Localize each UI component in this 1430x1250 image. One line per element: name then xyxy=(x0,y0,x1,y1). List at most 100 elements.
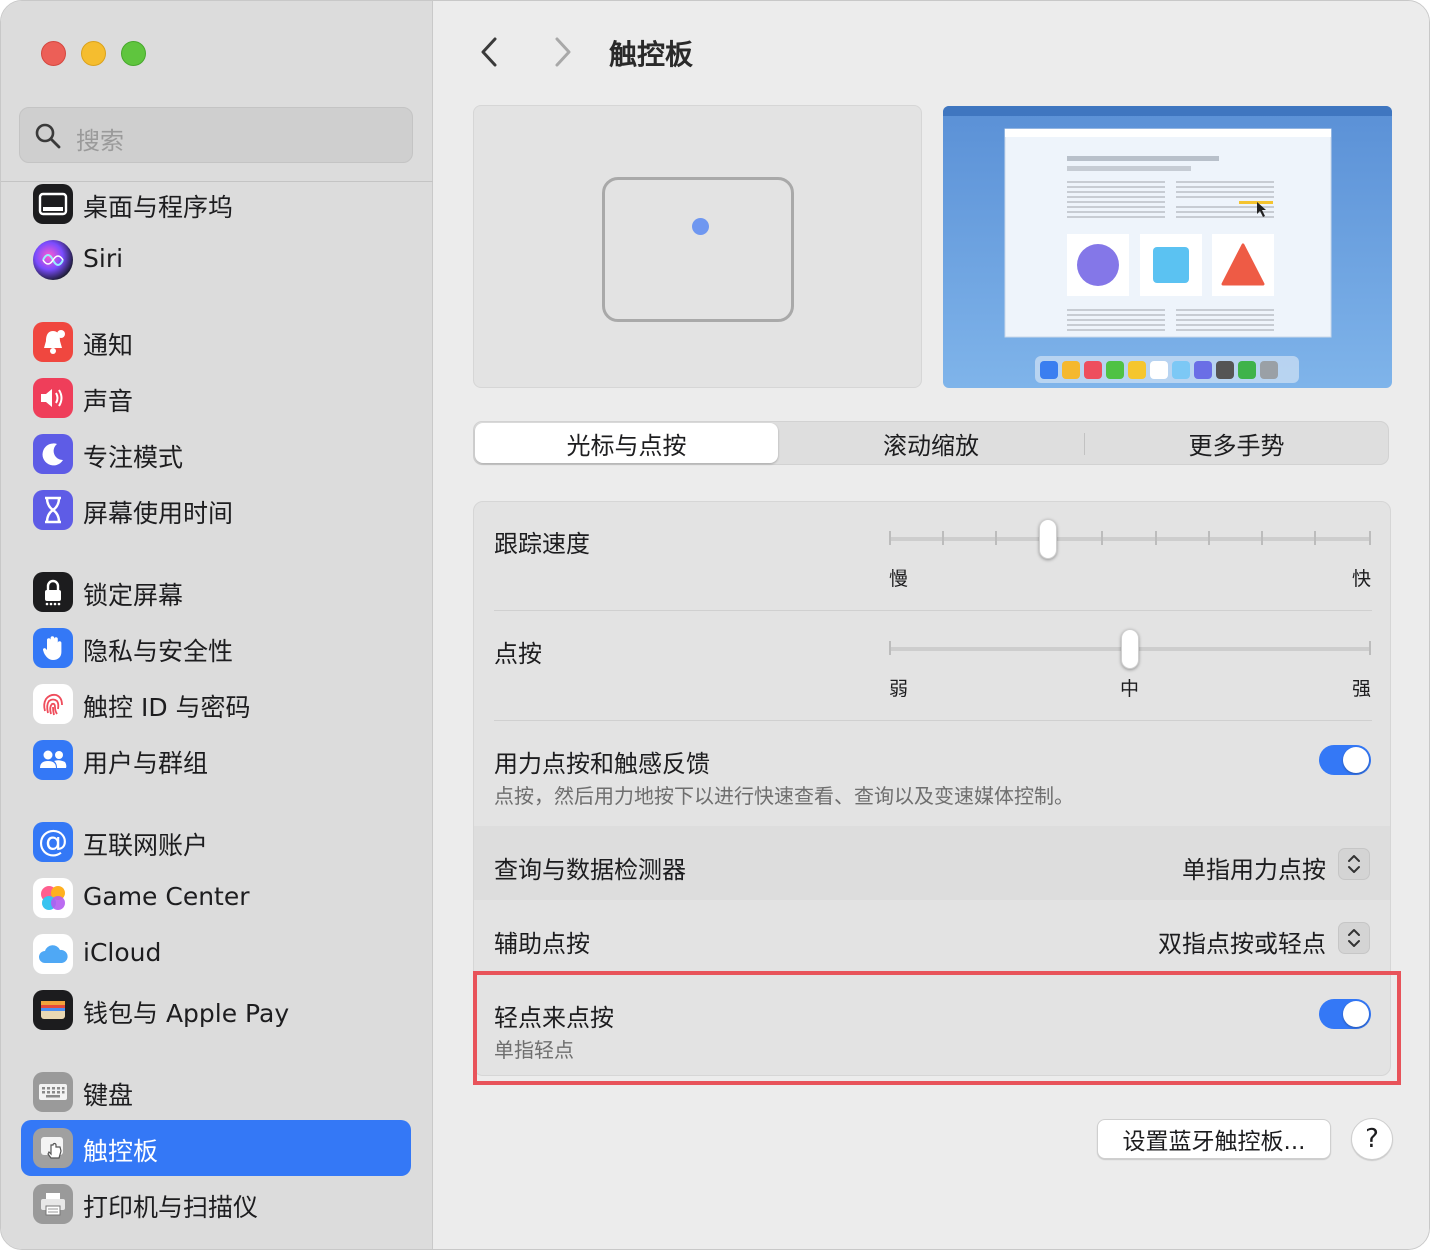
sidebar-item-label: 通知 xyxy=(83,331,134,360)
row-separator xyxy=(494,610,1372,611)
main-content: 触控板 光标与点按 滚动缩放 更多手势 跟踪速度 慢 快 点按 弱 中 强 用力… xyxy=(433,1,1429,1249)
sidebar-item-label: 用户与群组 xyxy=(83,749,209,778)
sidebar-item-label: 声音 xyxy=(83,387,134,416)
tab-scroll-zoom[interactable]: 滚动缩放 xyxy=(779,423,1083,463)
click-pressure-slider[interactable] xyxy=(889,629,1371,669)
desktop-illustration-icon xyxy=(943,106,1392,383)
sidebar-item-users-groups[interactable]: 用户与群组 xyxy=(21,732,411,788)
light-label: 弱 xyxy=(889,678,909,700)
slider-thumb[interactable] xyxy=(1121,629,1139,669)
sidebar-item-game-center[interactable]: Game Center xyxy=(21,870,411,926)
minimize-window-button[interactable] xyxy=(81,41,106,66)
cloud-icon xyxy=(33,934,73,974)
slider-thumb[interactable] xyxy=(1039,519,1058,559)
slider-tick xyxy=(1155,531,1157,545)
sidebar-item-focus[interactable]: 专注模式 xyxy=(21,426,411,482)
slider-tick xyxy=(1208,531,1210,545)
sidebar-item-label: 触控 ID 与密码 xyxy=(83,693,251,722)
tap-to-click-label: 轻点来点按 xyxy=(494,1004,614,1032)
back-button[interactable] xyxy=(473,35,507,69)
tab-segmented-control: 光标与点按 滚动缩放 更多手势 xyxy=(473,421,1389,465)
at-icon: @ xyxy=(33,822,73,862)
medium-label: 中 xyxy=(1120,678,1140,700)
fingerprint-icon xyxy=(33,684,73,724)
close-window-button[interactable] xyxy=(41,41,66,66)
keyboard-icon xyxy=(33,1072,73,1112)
sidebar-item-label: 专注模式 xyxy=(83,443,184,472)
search-field[interactable]: 搜索 xyxy=(19,107,413,163)
sidebar-item-label: 触控板 xyxy=(83,1137,159,1166)
sidebar-item-privacy-security[interactable]: 隐私与安全性 xyxy=(21,620,411,676)
sidebar: 搜索 桌面与程序坞 Siri 通知 声音 专注模式 屏幕使用时间 锁定屏幕 隐私… xyxy=(1,1,433,1249)
sidebar-item-label: iCloud xyxy=(83,938,162,967)
tracking-speed-label: 跟踪速度 xyxy=(494,530,590,558)
zoom-window-button[interactable] xyxy=(121,41,146,66)
dock-icon xyxy=(33,184,73,224)
sidebar-item-touch-id[interactable]: 触控 ID 与密码 xyxy=(21,676,411,732)
sidebar-item-label: 打印机与扫描仪 xyxy=(83,1193,259,1222)
search-placeholder: 搜索 xyxy=(76,127,124,155)
sidebar-item-label: 桌面与程序坞 xyxy=(83,193,234,222)
help-button[interactable]: ? xyxy=(1351,1118,1393,1160)
sidebar-item-lock-screen[interactable]: 锁定屏幕 xyxy=(21,564,411,620)
secondary-click-popup-button[interactable] xyxy=(1338,922,1370,954)
sidebar-item-screen-time[interactable]: 屏幕使用时间 xyxy=(21,482,411,538)
sidebar-item-label: 钱包与 Apple Pay xyxy=(83,999,290,1028)
tracking-speed-slider[interactable] xyxy=(889,519,1371,559)
sidebar-item-label: 键盘 xyxy=(83,1081,134,1110)
trackpad-shape-icon xyxy=(602,177,794,322)
trackpad-icon xyxy=(33,1128,73,1168)
tab-more-gestures[interactable]: 更多手势 xyxy=(1085,423,1388,463)
sidebar-item-icloud[interactable]: iCloud xyxy=(21,926,411,982)
sidebar-item-wallet[interactable]: 钱包与 Apple Pay xyxy=(21,982,411,1038)
sidebar-item-label: 隐私与安全性 xyxy=(83,637,234,666)
sidebar-item-notifications[interactable]: 通知 xyxy=(21,314,411,370)
force-click-toggle[interactable] xyxy=(1319,745,1371,775)
finger-dot-icon xyxy=(692,218,709,235)
bell-icon xyxy=(33,322,73,362)
slider-track xyxy=(889,537,1371,541)
forward-button[interactable] xyxy=(545,35,579,69)
tab-point-click[interactable]: 光标与点按 xyxy=(475,423,778,463)
force-click-description: 点按，然后用力地按下以进行快速查看、查询以及变速媒体控制。 xyxy=(494,784,1074,808)
lookup-popup-button[interactable] xyxy=(1338,848,1370,880)
slider-tick xyxy=(942,531,944,545)
slider-tick xyxy=(1101,531,1103,545)
up-down-chevron-icon xyxy=(1348,929,1360,947)
hourglass-icon xyxy=(33,490,73,530)
sidebar-item-printers-scanners[interactable]: 打印机与扫描仪 xyxy=(21,1176,411,1232)
sidebar-item-desktop-dock[interactable]: 桌面与程序坞 xyxy=(21,176,411,232)
sidebar-item-trackpad[interactable]: 触控板 xyxy=(21,1120,411,1176)
hand-icon xyxy=(33,628,73,668)
fast-label: 快 xyxy=(1352,568,1372,590)
sidebar-item-label: 锁定屏幕 xyxy=(83,581,184,610)
wallet-icon xyxy=(33,990,73,1030)
lookup-label: 查询与数据检测器 xyxy=(494,856,686,884)
page-title: 触控板 xyxy=(609,38,694,71)
secondary-click-label: 辅助点按 xyxy=(494,930,590,958)
sidebar-item-siri[interactable]: Siri xyxy=(21,232,411,288)
lookup-value[interactable]: 单指用力点按 xyxy=(1182,850,1326,885)
users-icon xyxy=(33,740,73,780)
firm-label: 强 xyxy=(1352,678,1372,700)
sidebar-item-keyboard[interactable]: 键盘 xyxy=(21,1064,411,1120)
sidebar-item-label: Siri xyxy=(83,244,124,273)
row-separator xyxy=(494,974,1372,975)
slider-tick xyxy=(1369,531,1371,545)
slider-tick xyxy=(889,531,891,545)
moon-icon xyxy=(33,434,73,474)
speaker-icon xyxy=(33,378,73,418)
slow-label: 慢 xyxy=(889,568,909,590)
gesture-video-preview xyxy=(943,106,1392,388)
secondary-click-value[interactable]: 双指点按或轻点 xyxy=(1158,924,1326,959)
slider-tick xyxy=(1369,641,1371,655)
tap-to-click-toggle[interactable] xyxy=(1319,999,1371,1029)
sidebar-item-sound[interactable]: 声音 xyxy=(21,370,411,426)
settings-panel: 跟踪速度 慢 快 点按 弱 中 强 用力点按和触感反馈 点按，然后用力地按下以进… xyxy=(473,501,1391,1076)
siri-icon xyxy=(33,240,73,280)
setup-bluetooth-trackpad-button[interactable]: 设置蓝牙触控板... xyxy=(1097,1119,1331,1159)
sidebar-item-label: 屏幕使用时间 xyxy=(83,499,234,528)
sidebar-item-internet-accounts[interactable]: @ 互联网账户 xyxy=(21,814,411,870)
tap-to-click-description: 单指轻点 xyxy=(494,1038,574,1062)
printer-icon xyxy=(33,1184,73,1224)
